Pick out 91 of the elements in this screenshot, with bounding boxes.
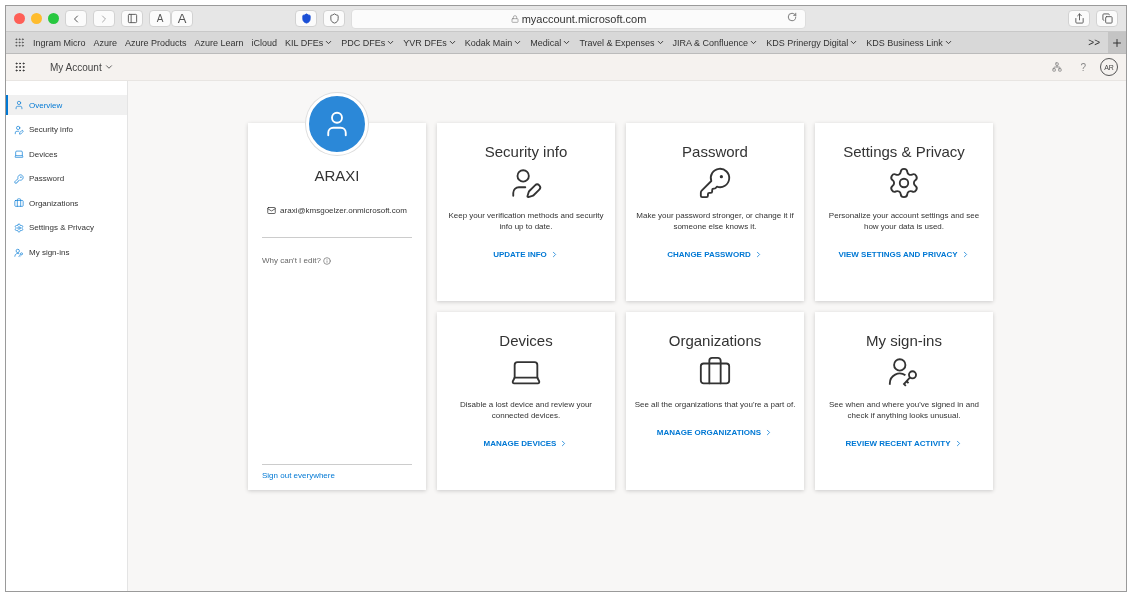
zoom-button[interactable] bbox=[48, 13, 59, 24]
sidebar-item[interactable]: Password bbox=[6, 168, 127, 189]
bookmark[interactable]: Medical bbox=[530, 37, 572, 48]
tabs-icon bbox=[1101, 13, 1113, 24]
sidebar-icon bbox=[126, 13, 138, 24]
person-icon bbox=[14, 100, 24, 110]
more-bookmarks-button[interactable]: >> bbox=[1088, 37, 1100, 48]
chevron-down-icon bbox=[386, 38, 396, 47]
briefcase-icon bbox=[14, 198, 24, 209]
sidebar-button[interactable] bbox=[121, 10, 143, 27]
grid-icon[interactable] bbox=[14, 37, 25, 48]
person-pen-icon bbox=[14, 124, 24, 135]
new-tab-button[interactable] bbox=[1108, 32, 1126, 53]
sidebar-item[interactable]: Overview bbox=[6, 95, 127, 115]
bookmark[interactable]: PDC DFEs bbox=[341, 37, 396, 48]
tile-link[interactable]: UPDATE INFO bbox=[493, 250, 559, 259]
bookmark[interactable]: JIRA & Confluence bbox=[672, 37, 759, 48]
app-title[interactable]: My Account bbox=[50, 61, 114, 73]
tile-description: Keep your verification methods and security info up to date. bbox=[447, 210, 605, 232]
person-key-icon bbox=[14, 247, 24, 258]
sidebar-item[interactable]: Organizations bbox=[6, 193, 127, 214]
app-launcher-icon[interactable] bbox=[14, 61, 26, 73]
close-button[interactable] bbox=[14, 13, 25, 24]
chevron-down-icon bbox=[324, 38, 334, 47]
bookmark[interactable]: Travel & Expenses bbox=[579, 37, 665, 48]
forward-button[interactable] bbox=[93, 10, 115, 27]
chevron-down-icon bbox=[943, 38, 953, 47]
shield-icon bbox=[300, 13, 312, 24]
tile-title: Password bbox=[682, 143, 748, 160]
sign-out-link[interactable]: Sign out everywhere bbox=[262, 471, 335, 480]
tile-link[interactable]: MANAGE DEVICES bbox=[483, 439, 569, 448]
chevron-down-icon bbox=[655, 38, 665, 47]
network-icon[interactable] bbox=[1052, 62, 1063, 72]
bookmark[interactable]: YVR DFEs bbox=[403, 37, 457, 48]
share-button[interactable] bbox=[1068, 10, 1090, 27]
larger-text-button[interactable]: A bbox=[171, 10, 193, 27]
lock-icon bbox=[510, 14, 519, 23]
chevron-down-icon bbox=[749, 38, 759, 47]
tile-link[interactable]: MANAGE ORGANIZATIONS bbox=[656, 428, 774, 437]
privacy-button[interactable] bbox=[323, 10, 345, 27]
tile-title: Devices bbox=[499, 332, 553, 349]
address-bar[interactable]: myaccount.microsoft.com bbox=[351, 8, 806, 29]
tile-link[interactable]: REVIEW RECENT ACTIVITY bbox=[845, 439, 963, 448]
tile-title: Organizations bbox=[668, 332, 762, 349]
user-email: araxi@kmsgoelzer.onmicrosoft.com bbox=[267, 206, 407, 215]
bookmark[interactable]: KIL DFEs bbox=[285, 37, 334, 48]
tabs-button[interactable] bbox=[1096, 10, 1118, 27]
extension-button[interactable] bbox=[295, 10, 317, 27]
why-cant-edit-text: Why can't I edit? bbox=[262, 256, 331, 265]
bookmark[interactable]: KDS Prinergy Digital bbox=[766, 37, 859, 48]
tile-description: Make your password stronger, or change it if someone else knows it. bbox=[635, 210, 795, 232]
sidebar-item[interactable]: Settings & Privacy bbox=[6, 217, 127, 238]
bookmark[interactable]: Ingram Micro bbox=[33, 37, 86, 48]
person-pen-icon bbox=[509, 166, 543, 200]
bookmark[interactable]: Azure Products bbox=[125, 37, 187, 48]
laptop-icon bbox=[14, 149, 24, 160]
tile-description: Personalize your account settings and see how your data is used. bbox=[827, 210, 981, 232]
smaller-text-button[interactable]: A bbox=[149, 10, 171, 27]
chevron-down-icon bbox=[849, 38, 859, 47]
tile-description: See all the organizations that you're a part of. bbox=[633, 399, 797, 410]
reload-icon[interactable] bbox=[787, 11, 797, 22]
chevron-down-icon bbox=[513, 38, 523, 47]
chevron-down-icon bbox=[447, 38, 457, 47]
settings-icon bbox=[14, 222, 24, 233]
bookmark[interactable]: KDS Business Link bbox=[866, 37, 953, 48]
info-icon bbox=[322, 256, 331, 265]
tile-description: See when and where you've signed in and check if anything looks unusual. bbox=[827, 399, 981, 421]
bookmark[interactable]: iCloud bbox=[251, 37, 278, 48]
chevron-down-icon bbox=[103, 62, 114, 72]
sidebar-item[interactable]: Security info bbox=[6, 119, 127, 140]
bookmark[interactable]: Azure bbox=[93, 37, 118, 48]
key-icon bbox=[698, 166, 732, 200]
bookmark[interactable]: Kodak Main bbox=[464, 37, 523, 48]
back-button[interactable] bbox=[65, 10, 87, 27]
user-name: ARAXI bbox=[314, 167, 360, 184]
tile-title: Security info bbox=[484, 143, 568, 160]
settings-icon bbox=[887, 166, 921, 200]
tile-description: Disable a lost device and review your connected devices. bbox=[458, 399, 594, 421]
sidebar-item[interactable]: Devices bbox=[6, 144, 127, 165]
plus-icon bbox=[1111, 36, 1123, 49]
bookmark[interactable]: Azure Learn bbox=[194, 37, 244, 48]
chevron-down-icon bbox=[562, 38, 572, 47]
tile-title: Settings & Privacy bbox=[843, 143, 965, 160]
tile-title: My sign-ins bbox=[866, 332, 942, 349]
mail-icon bbox=[267, 206, 277, 215]
tile-link[interactable]: VIEW SETTINGS AND PRIVACY bbox=[838, 250, 970, 259]
sidebar-item[interactable]: My sign-ins bbox=[6, 242, 127, 263]
share-icon bbox=[1073, 13, 1085, 24]
shield-icon bbox=[328, 13, 340, 24]
key-icon bbox=[14, 173, 24, 184]
tile-link[interactable]: CHANGE PASSWORD bbox=[667, 250, 763, 259]
